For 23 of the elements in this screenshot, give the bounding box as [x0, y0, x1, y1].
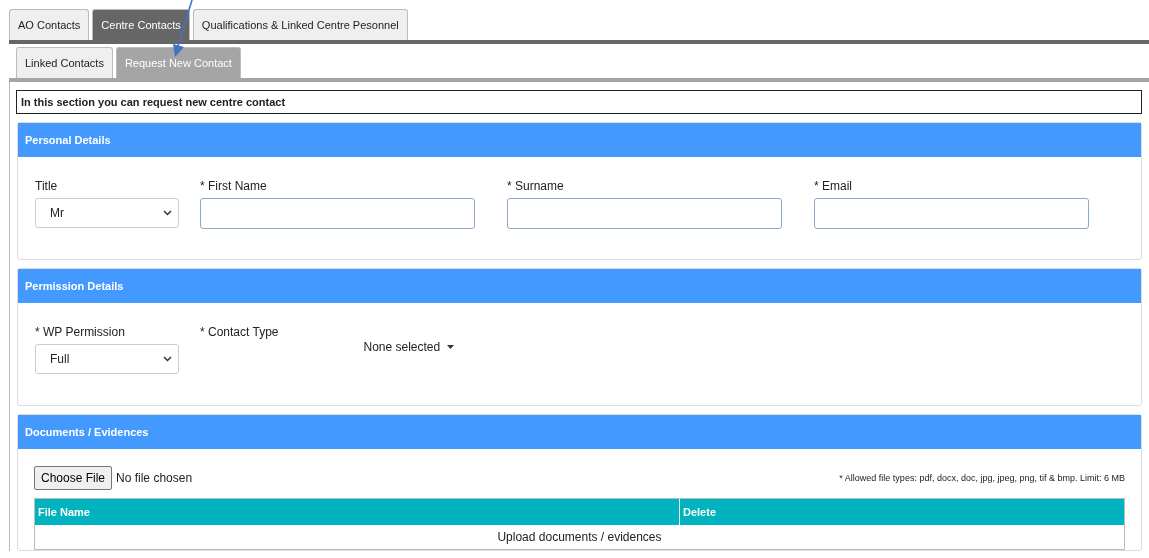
column-header: Delete — [682, 505, 718, 520]
tab[interactable]: Linked Contacts — [16, 47, 113, 78]
field-label: * Email — [814, 179, 853, 193]
tab[interactable]: Centre Contacts — [92, 9, 190, 40]
field-label: * First Name — [200, 179, 268, 193]
field-label: * Surname — [507, 179, 565, 193]
section-header: Permission Details — [18, 269, 1141, 303]
select-field[interactable]: Full — [35, 344, 179, 374]
section-header: Documents / Evidences — [18, 415, 1141, 449]
field-label: * WP Permission — [35, 325, 126, 339]
file-status: No file chosen — [116, 471, 193, 485]
tab[interactable]: Qualifications & Linked Centre Pesonnel — [192, 9, 408, 40]
empty-table-message: Upload documents / evidences — [496, 529, 663, 546]
column-header: File Name — [35, 499, 680, 525]
select-field[interactable]: Mr — [35, 198, 179, 228]
section-header: Personal Details — [18, 123, 1141, 157]
field-label: * Contact Type — [200, 325, 279, 339]
choose-file-button[interactable]: Choose File — [34, 466, 113, 490]
intro-text: In this section you can request new centre contact — [16, 90, 1142, 114]
file-types-note: * Allowed file types: pdf, docx, doc, jpg, jpeg, png, tif & bmp. Limit: 6 MB — [839, 473, 1125, 483]
tab[interactable]: AO Contacts — [9, 9, 90, 40]
multiselect-dropdown[interactable]: None selected — [363, 339, 455, 355]
field-label: Title — [35, 179, 59, 193]
